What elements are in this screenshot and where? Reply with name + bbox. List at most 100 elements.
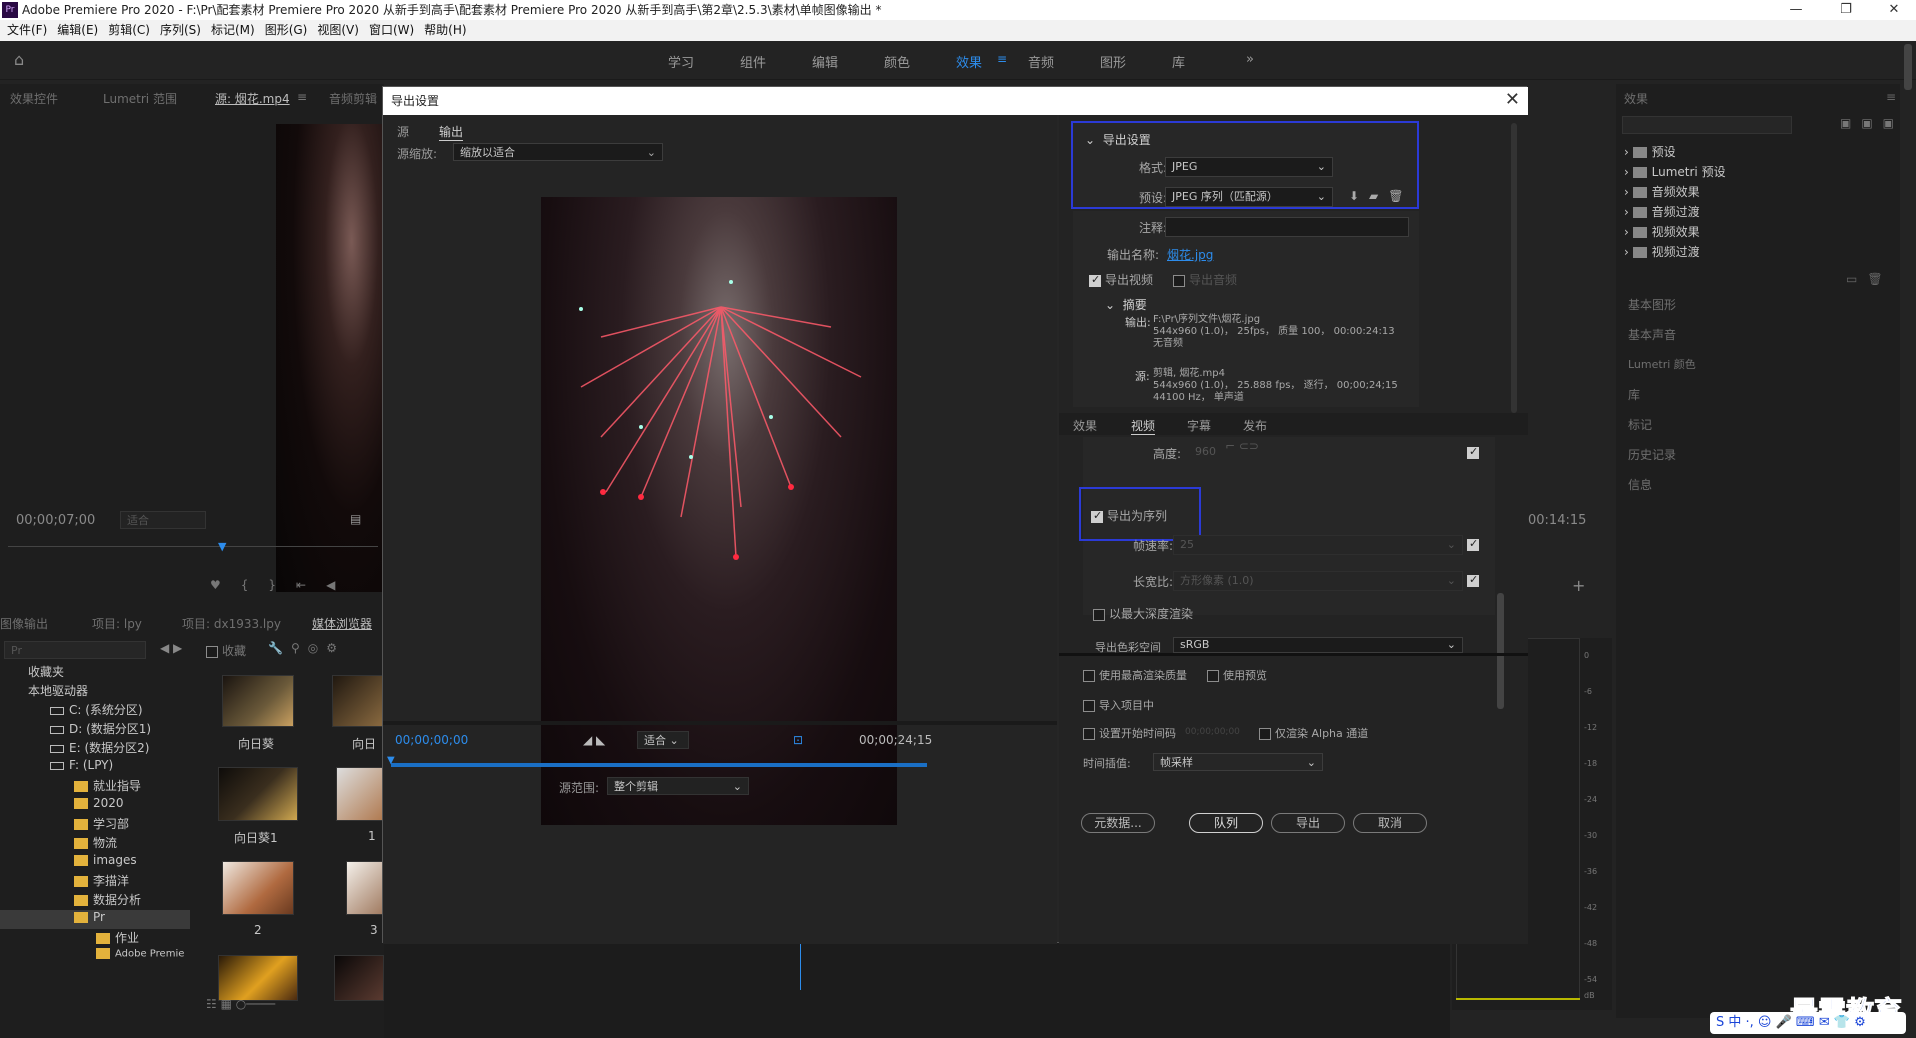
- export-as-sequence-checkbox[interactable]: 导出为序列: [1091, 507, 1167, 524]
- section-lumetri-color[interactable]: Lumetri 颜色: [1628, 356, 1696, 372]
- tree-folder-selected[interactable]: Pr: [0, 910, 190, 929]
- add-button-icon[interactable]: +: [1572, 576, 1585, 595]
- effects-item[interactable]: › 音频效果: [1624, 182, 1726, 202]
- aspect-match-checkbox[interactable]: [1467, 573, 1483, 587]
- link-icon[interactable]: ⌐ ⊂⊃: [1225, 439, 1259, 453]
- preview-timeline-bar[interactable]: [391, 763, 927, 767]
- maximize-icon[interactable]: ❐: [1826, 0, 1866, 20]
- settings-scrollbar[interactable]: [1497, 593, 1504, 709]
- summary-heading[interactable]: ⌄ 摘要: [1105, 296, 1147, 313]
- workspace-color[interactable]: 颜色: [884, 52, 910, 71]
- effects-item[interactable]: › 视频效果: [1624, 222, 1726, 242]
- frame-rate-dropdown[interactable]: 25 ⌄: [1173, 535, 1463, 555]
- effects-item[interactable]: › Lumetri 预设: [1624, 162, 1726, 182]
- frame-rate-match-checkbox[interactable]: [1467, 537, 1483, 551]
- tab-publish[interactable]: 发布: [1243, 417, 1267, 434]
- minimize-icon[interactable]: —: [1776, 0, 1816, 20]
- max-quality-checkbox[interactable]: 使用最高渲染质量: [1083, 667, 1187, 683]
- tab-menu-icon[interactable]: ≡: [297, 90, 307, 104]
- set-start-tc-checkbox[interactable]: 设置开始时间码: [1083, 725, 1176, 741]
- media-thumbnail[interactable]: [332, 675, 384, 727]
- close-window-icon[interactable]: ✕: [1874, 0, 1914, 20]
- media-thumbnail[interactable]: [336, 767, 384, 821]
- tree-folder[interactable]: 学习部: [0, 815, 190, 834]
- menu-marker[interactable]: 标记(M): [208, 20, 258, 41]
- media-thumbnail[interactable]: [334, 955, 384, 1001]
- app-scrollbar[interactable]: [1904, 44, 1912, 90]
- tab-project-lpy[interactable]: 项目: lpy: [92, 615, 142, 632]
- media-search-input[interactable]: Pr: [4, 641, 146, 659]
- max-depth-checkbox[interactable]: 以最大深度渲染: [1093, 605, 1193, 622]
- workspace-graphics[interactable]: 图形: [1100, 52, 1126, 71]
- cancel-button[interactable]: 取消: [1353, 813, 1427, 833]
- source-transport-controls[interactable]: ♥{}⇤◀: [210, 578, 355, 592]
- section-info[interactable]: 信息: [1628, 476, 1652, 493]
- export-button[interactable]: 导出: [1271, 813, 1345, 833]
- metadata-button[interactable]: 元数据...: [1081, 813, 1155, 833]
- export-settings-heading[interactable]: ⌄ 导出设置: [1085, 131, 1151, 148]
- tab-source-preview[interactable]: 源: [397, 123, 409, 140]
- media-thumbnail[interactable]: [346, 861, 384, 915]
- nav-arrows-icon[interactable]: ◀ ▶: [160, 641, 182, 655]
- workspace-audio[interactable]: 音频: [1028, 52, 1054, 71]
- tree-favorites[interactable]: 收藏夹: [0, 663, 190, 682]
- workspace-libraries[interactable]: 库: [1172, 52, 1185, 71]
- menu-help[interactable]: 帮助(H): [421, 20, 469, 41]
- source-playhead-icon[interactable]: ▼: [218, 540, 226, 553]
- tree-folder[interactable]: 作业: [0, 929, 190, 948]
- effects-item[interactable]: › 预设: [1624, 142, 1726, 162]
- effects-filter-icons[interactable]: ▣▣▣: [1840, 116, 1904, 130]
- tree-drive-f[interactable]: F: (LPY): [0, 758, 190, 777]
- tree-folder[interactable]: 就业指导: [0, 777, 190, 796]
- panel-menu-icon[interactable]: ≡: [1886, 90, 1896, 104]
- media-thumbnail[interactable]: [222, 861, 294, 915]
- source-range-dropdown[interactable]: 整个剪辑 ⌄: [607, 777, 749, 795]
- preset-actions-icons[interactable]: ⬇▰🗑: [1349, 189, 1414, 203]
- menu-edit[interactable]: 编辑(E): [54, 20, 101, 41]
- tree-folder[interactable]: 数据分析: [0, 891, 190, 910]
- media-thumbnail[interactable]: [218, 767, 298, 821]
- interp-dropdown[interactable]: 帧采样 ⌄: [1153, 753, 1323, 771]
- export-video-checkbox[interactable]: 导出视频: [1089, 271, 1153, 288]
- section-libraries[interactable]: 库: [1628, 386, 1640, 403]
- aspect-dropdown[interactable]: 方形像素 (1.0) ⌄: [1173, 571, 1463, 591]
- tab-output-preview[interactable]: 输出: [439, 123, 464, 141]
- height-match-checkbox[interactable]: [1467, 445, 1483, 459]
- preview-playhead-icon[interactable]: ▼: [387, 755, 395, 766]
- section-history[interactable]: 历史记录: [1628, 446, 1676, 463]
- format-dropdown[interactable]: JPEG ⌄: [1165, 157, 1333, 177]
- tab-source[interactable]: 源: 烟花.mp4: [215, 90, 290, 107]
- timeline-playhead[interactable]: [800, 940, 801, 990]
- workspace-effects[interactable]: 效果: [956, 52, 982, 71]
- tab-image-output[interactable]: 图像输出: [0, 615, 48, 632]
- tab-effect-controls[interactable]: 效果控件: [10, 90, 58, 107]
- mark-in-out-icons[interactable]: ◢ ◣: [583, 733, 605, 747]
- effects-search-input[interactable]: [1622, 116, 1792, 134]
- queue-button[interactable]: 队列: [1189, 813, 1263, 833]
- workspace-learn[interactable]: 学习: [668, 52, 694, 71]
- tree-folder[interactable]: images: [0, 853, 190, 872]
- tab-audio-clip[interactable]: 音频剪辑: [329, 90, 377, 107]
- list-view-icon[interactable]: ☷ ▦ ○────: [206, 997, 275, 1011]
- effects-item[interactable]: › 视频过渡: [1624, 242, 1726, 262]
- workspace-overflow-icon[interactable]: »: [1246, 52, 1254, 67]
- menu-clip[interactable]: 剪辑(C): [105, 20, 153, 41]
- output-name-link[interactable]: 烟花.jpg: [1167, 246, 1213, 263]
- tree-folder[interactable]: 李描洋: [0, 872, 190, 891]
- tree-folder[interactable]: Adobe Premie: [0, 948, 190, 967]
- menu-view[interactable]: 视图(V): [314, 20, 362, 41]
- source-fit-dropdown[interactable]: 适合: [120, 511, 206, 529]
- comment-input[interactable]: [1165, 217, 1409, 237]
- home-icon[interactable]: ⌂: [14, 50, 24, 69]
- color-space-dropdown[interactable]: sRGB ⌄: [1173, 637, 1463, 653]
- effects-item[interactable]: › 音频过渡: [1624, 202, 1726, 222]
- use-preview-checkbox[interactable]: 使用预览: [1207, 667, 1267, 683]
- source-scaling-dropdown[interactable]: 缩放以适合 ⌄: [453, 143, 663, 161]
- section-essential-graphics[interactable]: 基本图形: [1628, 296, 1676, 313]
- favorites-toggle[interactable]: 收藏: [206, 642, 246, 659]
- workspace-assembly[interactable]: 组件: [740, 52, 766, 71]
- import-project-checkbox[interactable]: 导入项目中: [1083, 697, 1154, 713]
- menu-file[interactable]: 文件(F): [4, 20, 50, 41]
- tab-captions[interactable]: 字幕: [1187, 417, 1211, 434]
- tab-media-browser[interactable]: 媒体浏览器: [312, 615, 372, 632]
